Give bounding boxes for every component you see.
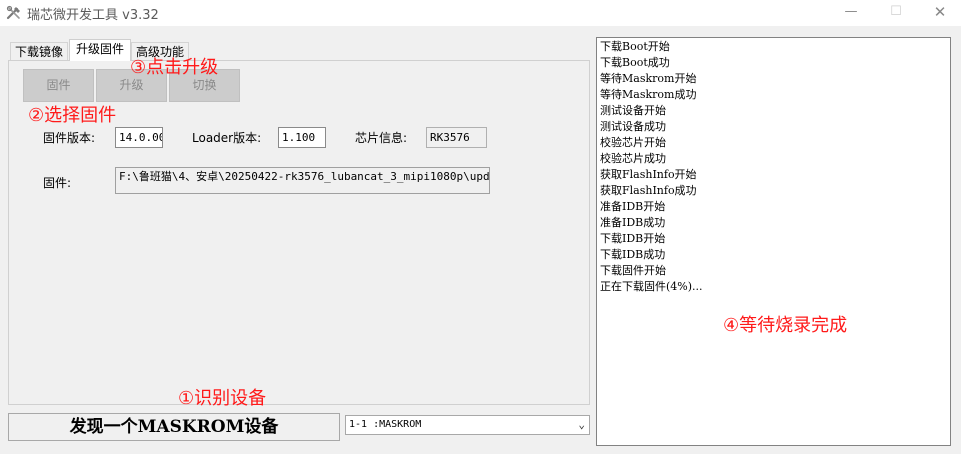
tools-icon (6, 5, 20, 20)
device-select[interactable]: 1-1 :MASKROM ⌄ (345, 415, 590, 435)
log-line: 下载Boot开始 (600, 40, 670, 53)
log-line: 下载IDB开始 (600, 232, 666, 245)
chip-info-label: 芯片信息: (355, 131, 408, 145)
annotation-step1: ①识别设备 (178, 388, 267, 409)
maximize-button[interactable]: ☐ (873, 0, 919, 26)
minimize-button[interactable]: — (828, 0, 874, 26)
log-line: 正在下载固件(4%)... (600, 280, 703, 293)
firmware-path-field[interactable]: F:\鲁班猫\4、安卓\20250422-rk3576_lubancat_3_m… (115, 167, 490, 194)
window-title: 瑞芯微开发工具 v3.32 (27, 8, 159, 23)
annotation-step2: ②选择固件 (28, 105, 117, 126)
firmware-path-label: 固件: (43, 176, 72, 190)
tab-download-image[interactable]: 下载镜像 (10, 42, 68, 61)
log-line: 测试设备开始 (600, 104, 666, 117)
log-line: 等待Maskrom开始 (600, 72, 697, 85)
log-line: 下载Boot成功 (600, 56, 670, 69)
chevron-down-icon[interactable]: ⌄ (578, 416, 585, 434)
log-line: 获取FlashInfo开始 (600, 168, 697, 181)
log-line: 等待Maskrom成功 (600, 88, 697, 101)
log-line: 下载固件开始 (600, 264, 666, 277)
title-bar: 瑞芯微开发工具 v3.32 — ☐ ✕ (0, 0, 961, 26)
log-line: 校验芯片开始 (600, 136, 666, 149)
log-line: 校验芯片成功 (600, 152, 666, 165)
device-select-value: 1-1 :MASKROM (349, 419, 422, 430)
close-button[interactable]: ✕ (917, 0, 961, 26)
device-status-message: 发现一个MASKROM设备 (8, 413, 340, 441)
tab-upgrade-firmware[interactable]: 升级固件 (69, 39, 131, 61)
firmware-button[interactable]: 固件 (23, 69, 94, 102)
chip-info-field: RK3576 (426, 127, 487, 148)
log-line: 测试设备成功 (600, 120, 666, 133)
log-panel[interactable]: 下载Boot开始 下载Boot成功 等待Maskrom开始 等待Maskrom成… (596, 37, 951, 446)
annotation-step4: ④等待烧录完成 (723, 315, 848, 336)
loader-version-field[interactable]: 1.100 (278, 127, 326, 148)
firmware-version-label: 固件版本: (43, 131, 96, 145)
annotation-step3: ③点击升级 (130, 57, 219, 78)
log-line: 下载IDB成功 (600, 248, 666, 261)
loader-version-label: Loader版本: (192, 131, 262, 145)
log-line: 准备IDB成功 (600, 216, 666, 229)
log-line: 获取FlashInfo成功 (600, 184, 697, 197)
firmware-version-field[interactable]: 14.0.00 (115, 127, 163, 148)
log-line: 准备IDB开始 (600, 200, 666, 213)
